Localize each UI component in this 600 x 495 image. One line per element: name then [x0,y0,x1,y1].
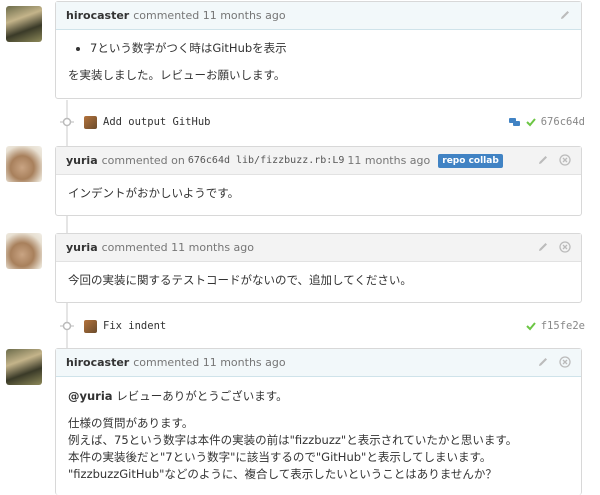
comment-text: レビューありがとうございます。 [116,389,288,403]
comment-text: を実装しました。レビューお願いします。 [68,68,286,82]
comment-meta-prefix: commented on [101,154,185,167]
commit-author-avatar[interactable] [84,319,97,333]
commit-event: Add output GitHub 676c64d [60,112,585,132]
avatar[interactable] [6,146,42,182]
pencil-icon[interactable] [537,241,549,253]
comment-text: 今回の実装に関するテストコードがないので、追加してください。 [68,273,412,287]
check-icon [526,322,536,331]
commit-message[interactable]: Add output GitHub [103,116,210,128]
close-icon[interactable] [559,154,571,166]
comment-meta[interactable]: commented 11 months ago [102,241,254,254]
commit-author-avatar[interactable] [84,115,97,129]
list-item: 7という数字がつく時はGitHubを表示 [90,40,569,57]
comment-text: "fizzbuzzGitHub"などのように、複合して表示したいということはあり… [68,467,497,481]
commit-message[interactable]: Fix indent [103,320,166,332]
comment-bubbles-icon[interactable] [508,116,521,128]
avatar[interactable] [6,349,42,385]
comment-meta[interactable]: commented 11 months ago [133,356,285,369]
comment-header: yuria commented 11 months ago [56,234,581,262]
commit-sha-link[interactable]: 676c64d [188,155,230,166]
file-link[interactable]: lib/fizzbuzz.rb:L9 [236,155,344,166]
comment-author[interactable]: yuria [66,241,98,254]
close-icon[interactable] [559,241,571,253]
sidebar-edge [588,0,600,495]
pencil-icon[interactable] [559,9,571,21]
comment-author[interactable]: hirocaster [66,356,129,369]
avatar[interactable] [6,233,42,269]
comment-author[interactable]: hirocaster [66,9,129,22]
comment-author[interactable]: yuria [66,154,98,167]
timeline-line [66,100,68,350]
check-icon [526,118,536,127]
comment: yuria commented on 676c64d lib/fizzbuzz.… [55,146,582,216]
pencil-icon[interactable] [537,356,549,368]
pencil-icon[interactable] [537,154,549,166]
comment: yuria commented 11 months ago 今回の実装に関するテ… [55,233,582,303]
commit-icon [60,117,74,127]
comment-header: hirocaster commented 11 months ago [56,349,581,377]
comment-header: hirocaster commented 11 months ago [56,2,581,30]
comment-body: 今回の実装に関するテストコードがないので、追加してください。 [56,262,581,305]
comment-text: 例えば、75という数字は本件の実装の前は"fizzbuzz"と表示されていたかと… [68,433,518,447]
close-icon[interactable] [559,356,571,368]
comment: hirocaster commented 11 months ago @yuri… [55,348,582,495]
mention-link[interactable]: @yuria [68,389,113,403]
comment-body: @yuria レビューありがとうございます。 仕様の質問があります。 例えば、7… [56,377,581,493]
comment-time[interactable]: 11 months ago [347,154,430,167]
commit-sha[interactable]: f15fe2e [541,320,585,332]
comment-body: インデントがおかしいようです。 [56,175,581,218]
avatar[interactable] [6,6,42,42]
comment-text: 本件の実装後だと"7という数字"に該当するので"GitHub"と表示してしまいま… [68,450,492,464]
commit-icon [60,321,74,331]
comment-body: 7という数字がつく時はGitHubを表示 を実装しました。レビューお願いします。 [56,30,581,100]
comment-meta[interactable]: commented 11 months ago [133,9,285,22]
comment-text: インデントがおかしいようです。 [68,186,240,200]
commit-sha[interactable]: 676c64d [541,116,585,128]
comment-header: yuria commented on 676c64d lib/fizzbuzz.… [56,147,581,175]
comment: hirocaster commented 11 months ago 7という数… [55,1,582,99]
commit-event: Fix indent f15fe2e [60,316,585,336]
comment-text: 仕様の質問があります。 [68,416,194,430]
status-badge: repo collab [438,153,503,168]
